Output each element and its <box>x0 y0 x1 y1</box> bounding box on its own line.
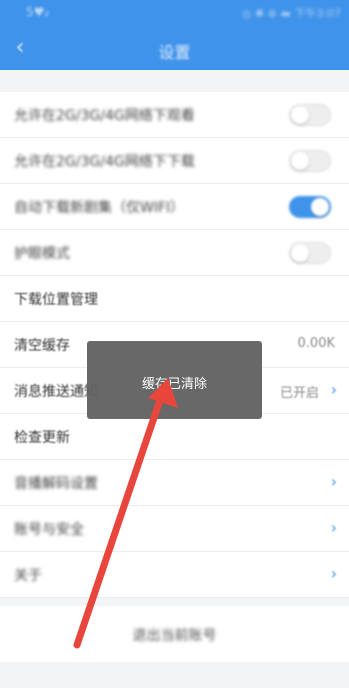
arrow-shaft <box>73 396 164 649</box>
arrow-head <box>148 378 178 408</box>
annotation-arrow <box>73 378 178 649</box>
